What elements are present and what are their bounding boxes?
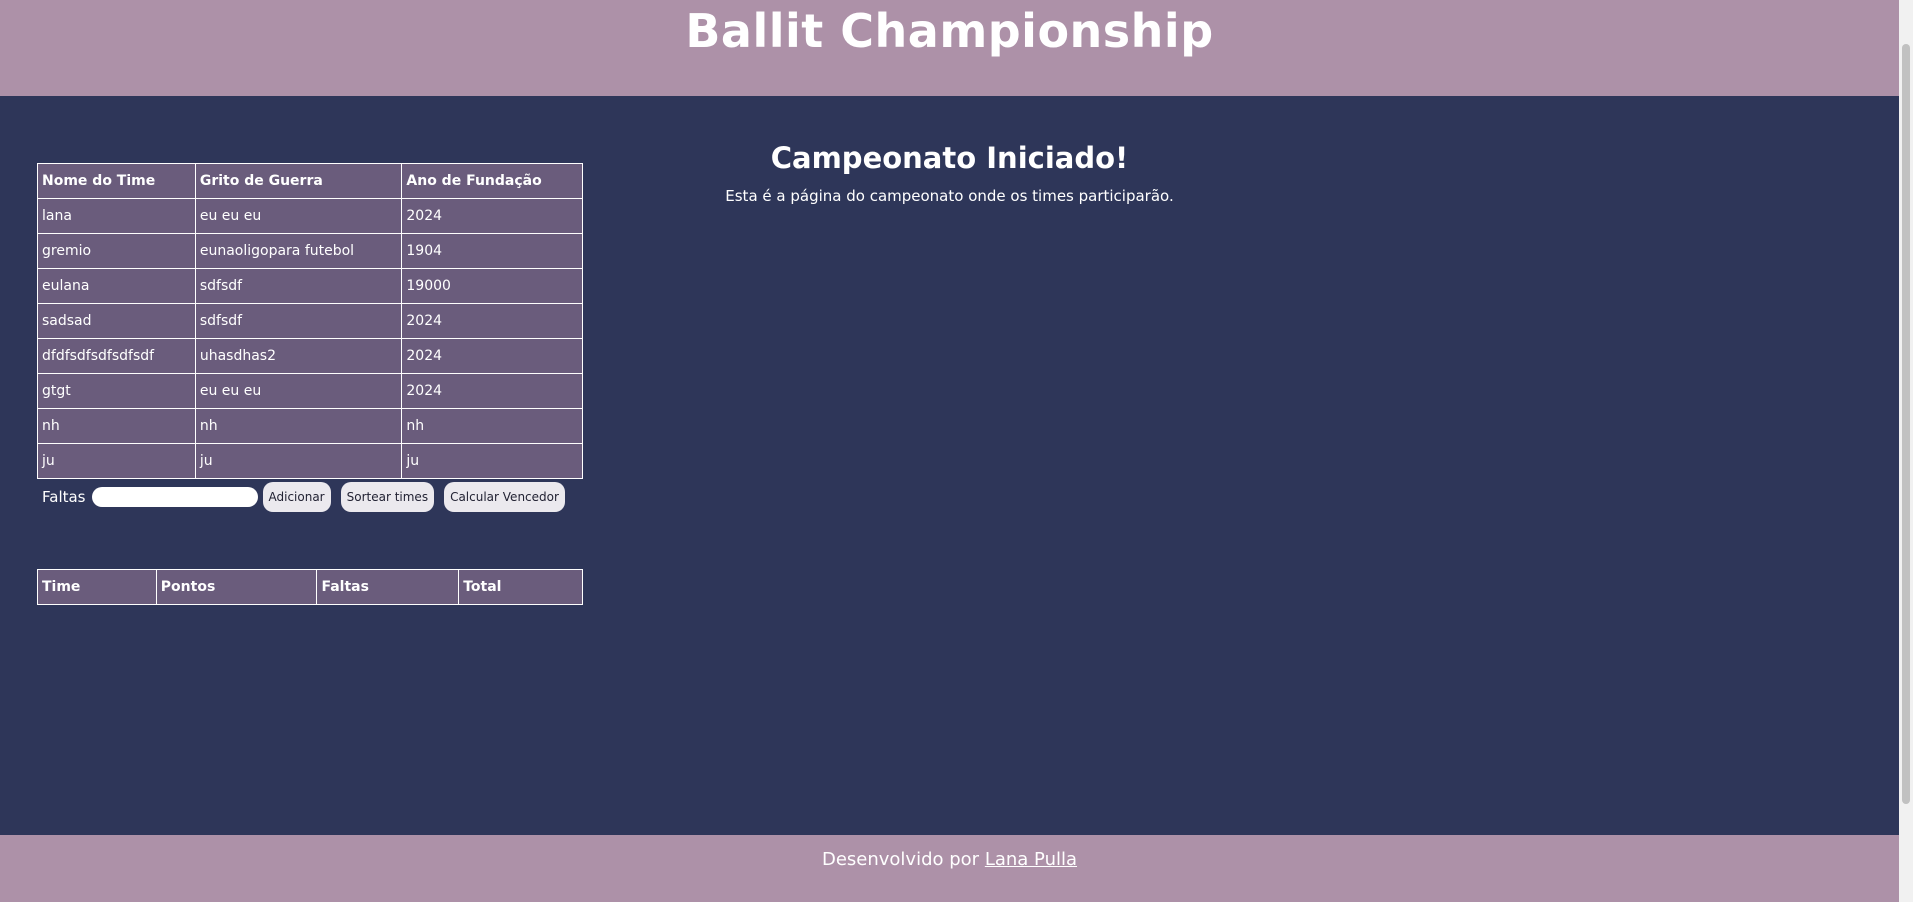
add-button[interactable]: Adicionar [262,482,331,512]
shuffle-teams-button[interactable]: Sortear times [340,482,435,512]
team-name-cell: eulana [37,268,196,304]
table-row: sadsad sdfsdf 2024 [37,303,583,339]
table-row: ju ju ju [37,443,583,479]
column-header-team-name: Nome do Time [37,163,196,199]
team-name-cell: nh [37,408,196,444]
table-row: eulana sdfsdf 19000 [37,268,583,304]
faltas-label: Faltas [42,488,86,506]
footer-credit-prefix: Desenvolvido por [821,849,980,870]
column-header-total: Total [458,569,583,605]
site-title: Ballit Championship [685,4,1214,58]
site-footer: Desenvolvido por Lana Pulla [0,835,1899,902]
table-row: gtgt eu eu eu 2024 [37,373,583,409]
page: Ballit Championship Campeonato Iniciado!… [0,0,1899,902]
column-header-founding-year: Ano de Fundação [401,163,583,199]
faltas-controls: Faltas Adicionar Sortear times Calcular … [42,482,575,512]
results-table-header-row: Time Pontos Faltas Total [37,569,583,605]
team-name-cell: ju [37,443,196,479]
table-row: gremio eunaoligopara futebol 1904 [37,233,583,269]
author-link[interactable]: Lana Pulla [985,849,1077,870]
founding-year-cell: 19000 [401,268,583,304]
war-cry-cell: eunaoligopara futebol [194,233,403,269]
founding-year-cell: 2024 [401,373,583,409]
column-header-time: Time [37,569,157,605]
war-cry-cell: sdfsdf [194,303,403,339]
faltas-input[interactable] [91,487,258,507]
results-table: Time Pontos Faltas Total [37,569,583,605]
teams-table-header-row: Nome do Time Grito de Guerra Ano de Fund… [37,163,583,199]
team-name-cell: sadsad [37,303,196,339]
founding-year-cell: 2024 [401,338,583,374]
war-cry-cell: uhasdhas2 [194,338,403,374]
table-row: lana eu eu eu 2024 [37,198,583,234]
war-cry-cell: eu eu eu [194,198,403,234]
team-name-cell: dfdfsdfsdfsdfsdf [37,338,196,374]
team-name-cell: gremio [37,233,196,269]
column-header-points: Pontos [155,569,318,605]
founding-year-cell: 1904 [401,233,583,269]
team-name-cell: gtgt [37,373,196,409]
war-cry-cell: sdfsdf [194,268,403,304]
site-header: Ballit Championship [0,0,1899,96]
war-cry-cell: ju [194,443,403,479]
column-header-fouls: Faltas [316,569,460,605]
team-name-cell: lana [37,198,196,234]
teams-table: Nome do Time Grito de Guerra Ano de Fund… [37,163,583,479]
column-header-war-cry: Grito de Guerra [194,163,403,199]
founding-year-cell: nh [401,408,583,444]
table-row: nh nh nh [37,408,583,444]
war-cry-cell: eu eu eu [194,373,403,409]
scrollbar-thumb[interactable] [1902,44,1910,804]
founding-year-cell: 2024 [401,198,583,234]
page-scrollbar[interactable] [1899,0,1913,902]
founding-year-cell: 2024 [401,303,583,339]
founding-year-cell: ju [401,443,583,479]
calculate-winner-button[interactable]: Calcular Vencedor [444,482,565,512]
war-cry-cell: nh [194,408,403,444]
table-row: dfdfsdfsdfsdfsdf uhasdhas2 2024 [37,338,583,374]
